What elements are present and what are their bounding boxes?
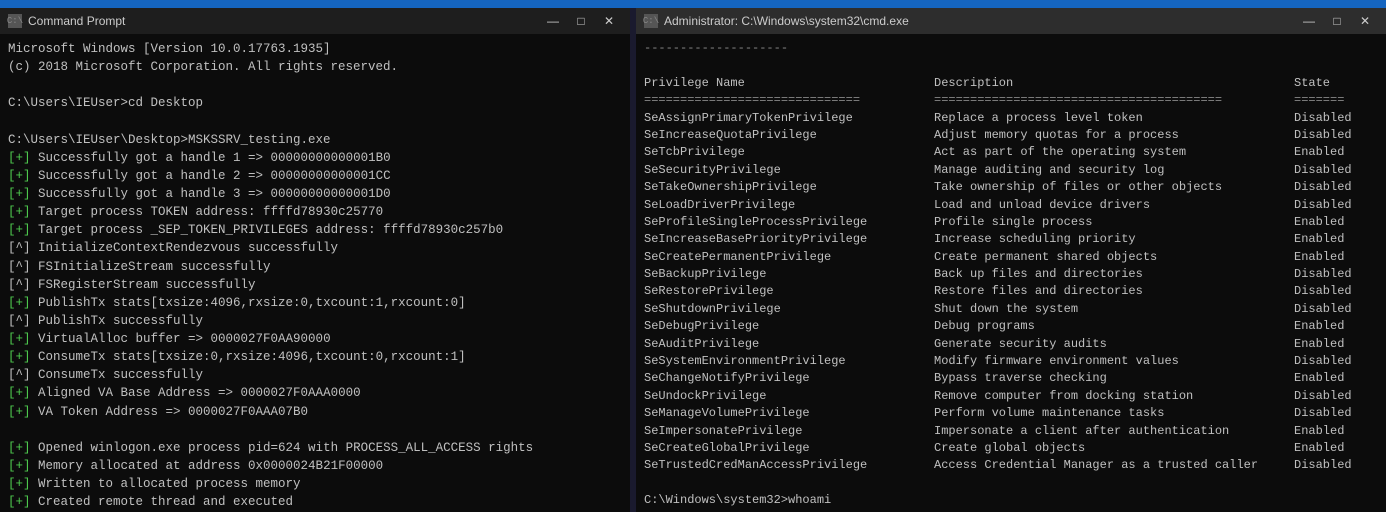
cmd-line-1: (c) 2018 Microsoft Corporation. All righ… [8,58,622,76]
cmd-left-window: C:\ Command Prompt — □ ✕ Microsoft Windo… [0,8,630,512]
blank-1 [644,57,1378,74]
cmd-line-11: [^] InitializeContextRendezvous successf… [8,239,622,257]
priv-11: SeShutdownPrivilegeShut down the systemD… [644,301,1378,318]
column-separator: ========================================… [644,92,1378,109]
cmd-right-title: Administrator: C:\Windows\system32\cmd.e… [664,14,1290,28]
cmd-left-titlebar: C:\ Command Prompt — □ ✕ [0,8,630,34]
priv-6: SeProfileSingleProcessPrivilegeProfile s… [644,214,1378,231]
blank-2 [644,475,1378,492]
cmd-line-3: C:\Users\IEUser>cd Desktop [8,94,622,112]
right-minimize-button[interactable]: — [1296,11,1322,31]
cmd-line-16: [+] VirtualAlloc buffer => 0000027F0AA90… [8,330,622,348]
taskbar-top [0,0,1386,8]
priv-5: SeLoadDriverPrivilegeLoad and unload dev… [644,197,1378,214]
priv-3: SeSecurityPrivilegeManage auditing and s… [644,162,1378,179]
priv-1: SeIncreaseQuotaPrivilegeAdjust memory qu… [644,127,1378,144]
separator-top: -------------------- [644,40,1378,57]
priv-20: SeTrustedCredManAccessPrivilegeAccess Cr… [644,457,1378,474]
priv-8: SeCreatePermanentPrivilegeCreate permane… [644,249,1378,266]
cmd-left-body: Microsoft Windows [Version 10.0.17763.19… [0,34,630,512]
priv-19: SeCreateGlobalPrivilegeCreate global obj… [644,440,1378,457]
cmd-right-titlebar: C:\ Administrator: C:\Windows\system32\c… [636,8,1386,34]
priv-14: SeSystemEnvironmentPrivilegeModify firmw… [644,353,1378,370]
cmd-right-window: C:\ Administrator: C:\Windows\system32\c… [636,8,1386,512]
cmd-line-23: [+] Memory allocated at address 0x000002… [8,457,622,475]
cmd-left-titlebar-buttons: — □ ✕ [540,11,622,31]
cmd-line-4 [8,113,622,131]
close-button[interactable]: ✕ [596,11,622,31]
priv-2: SeTcbPrivilegeAct as part of the operati… [644,144,1378,161]
minimize-button[interactable]: — [540,11,566,31]
cmd-line-19: [+] Aligned VA Base Address => 0000027F0… [8,384,622,402]
maximize-button[interactable]: □ [568,11,594,31]
cmd-right-body: -------------------- Privilege NameDescr… [636,34,1386,512]
cmd-line-12: [^] FSInitializeStream successfully [8,258,622,276]
cmd-line-9: [+] Target process TOKEN address: ffffd7… [8,203,622,221]
column-headers: Privilege NameDescriptionState [644,75,1378,92]
cmd-line-13: [^] FSRegisterStream successfully [8,276,622,294]
priv-17: SeManageVolumePrivilegePerform volume ma… [644,405,1378,422]
cmd-icon: C:\ [8,14,22,28]
priv-7: SeIncreaseBasePriorityPrivilegeIncrease … [644,231,1378,248]
cmd-line-14: [+] PublishTx stats[txsize:4096,rxsize:0… [8,294,622,312]
priv-0: SeAssignPrimaryTokenPrivilegeReplace a p… [644,110,1378,127]
cmd-line-25: [+] Created remote thread and executed [8,493,622,511]
priv-18: SeImpersonatePrivilegeImpersonate a clie… [644,423,1378,440]
cmd-line-7: [+] Successfully got a handle 2 => 00000… [8,167,622,185]
cmd-left-title: Command Prompt [28,14,534,28]
priv-9: SeBackupPrivilegeBack up files and direc… [644,266,1378,283]
priv-16: SeUndockPrivilegeRemove computer from do… [644,388,1378,405]
right-close-button[interactable]: ✕ [1352,11,1378,31]
cmd-line-24: [+] Written to allocated process memory [8,475,622,493]
priv-10: SeRestorePrivilegeRestore files and dire… [644,283,1378,300]
cmd-line-2 [8,76,622,94]
priv-4: SeTakeOwnershipPrivilegeTake ownership o… [644,179,1378,196]
cmd-right-titlebar-buttons: — □ ✕ [1296,11,1378,31]
admin-cmd-icon: C:\ [644,14,658,28]
cmd-line-18: [^] ConsumeTx successfully [8,366,622,384]
cmd-line-10: [+] Target process _SEP_TOKEN_PRIVILEGES… [8,221,622,239]
right-maximize-button[interactable]: □ [1324,11,1350,31]
cmd-line-6: [+] Successfully got a handle 1 => 00000… [8,149,622,167]
cmd-line-21 [8,421,622,439]
priv-12: SeDebugPrivilegeDebug programsEnabled [644,318,1378,335]
cmd-line-17: [+] ConsumeTx stats[txsize:0,rxsize:4096… [8,348,622,366]
cmd-line-0: Microsoft Windows [Version 10.0.17763.19… [8,40,622,58]
right-prompt: C:\Windows\system32>whoami [644,492,1378,509]
cmd-line-15: [^] PublishTx successfully [8,312,622,330]
cmd-line-5: C:\Users\IEUser\Desktop>MSKSSRV_testing.… [8,131,622,149]
priv-15: SeChangeNotifyPrivilegeBypass traverse c… [644,370,1378,387]
cmd-line-8: [+] Successfully got a handle 3 => 00000… [8,185,622,203]
priv-13: SeAuditPrivilegeGenerate security audits… [644,336,1378,353]
cmd-line-20: [+] VA Token Address => 0000027F0AAA07B0 [8,403,622,421]
cmd-line-22: [+] Opened winlogon.exe process pid=624 … [8,439,622,457]
